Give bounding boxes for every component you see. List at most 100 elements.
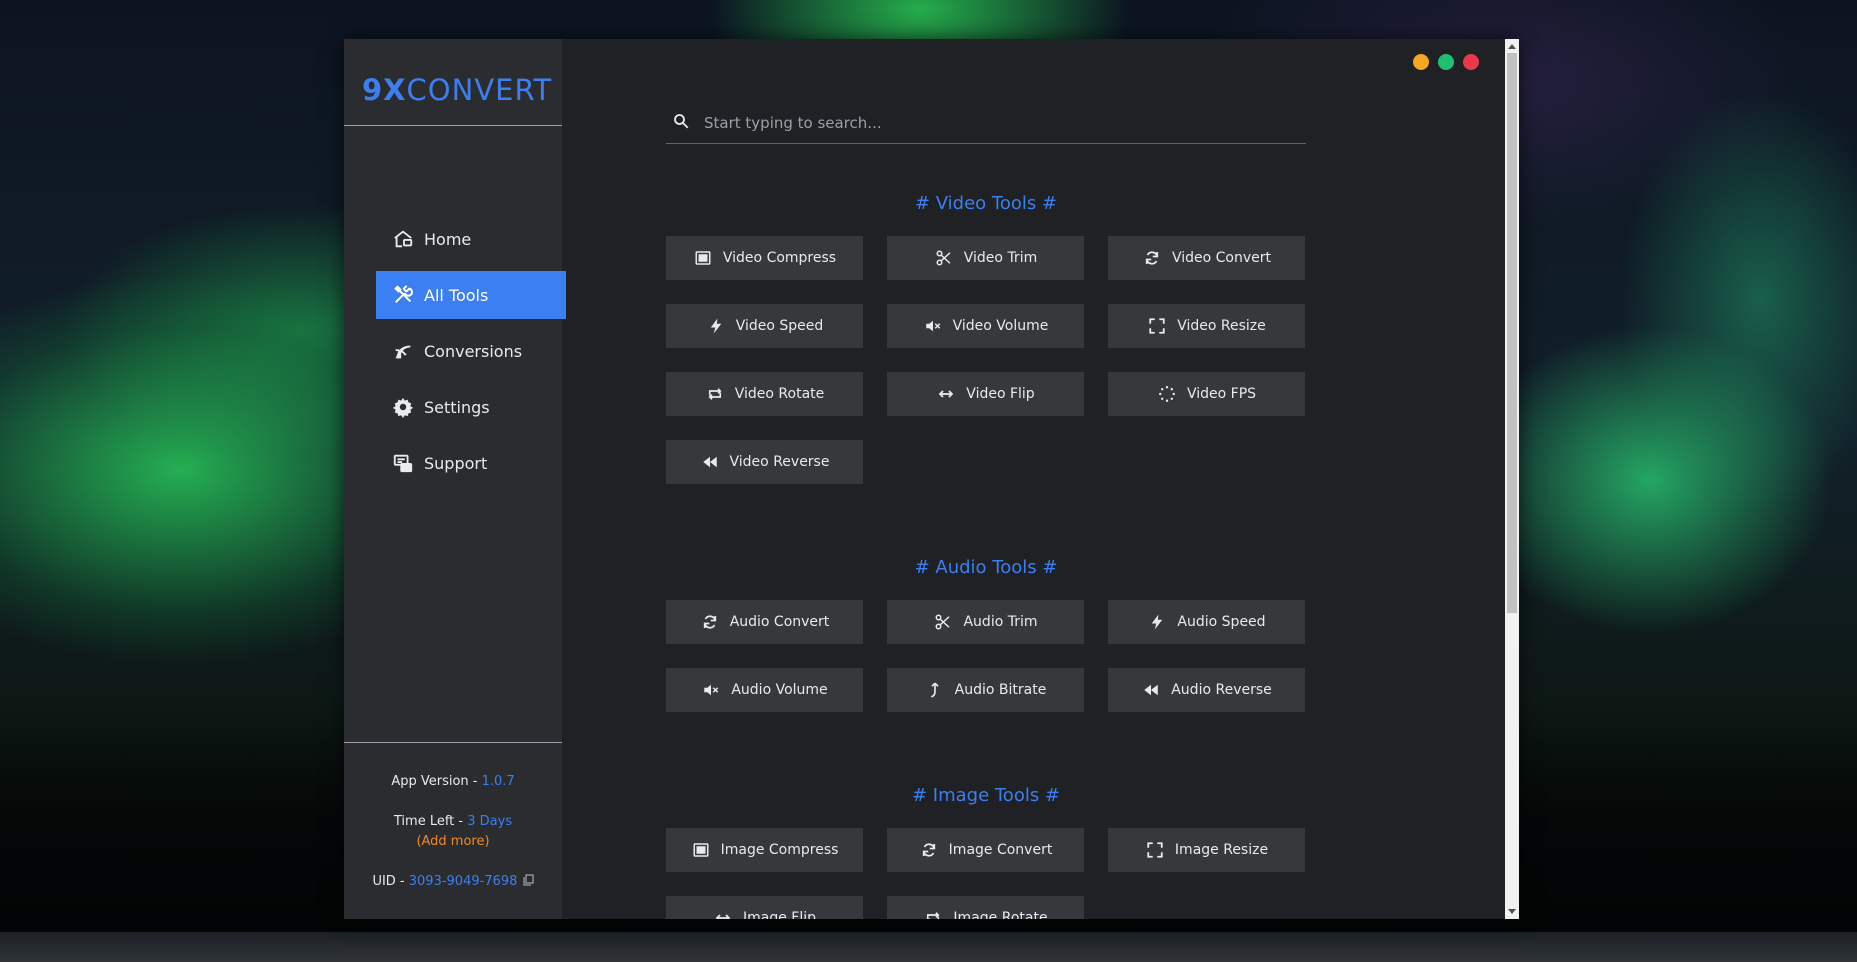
- home-icon: [392, 228, 414, 250]
- tool-label: Video Compress: [722, 250, 837, 266]
- tool-label: Video Resize: [1177, 318, 1266, 334]
- add-more-link[interactable]: (Add more): [416, 834, 489, 849]
- search-icon: [666, 112, 702, 134]
- close-button[interactable]: [1463, 54, 1479, 70]
- video-flip-button[interactable]: Video Flip: [887, 372, 1084, 416]
- brand-logo[interactable]: 9XCONVERT: [362, 73, 552, 107]
- tool-label: Audio Volume: [731, 682, 828, 698]
- sidebar-item-settings[interactable]: Settings: [376, 383, 566, 431]
- rotate-icon: [923, 908, 943, 919]
- tool-label: Image Rotate: [953, 910, 1048, 919]
- tool-label: Audio Speed: [1177, 614, 1266, 630]
- tool-label: Video Trim: [963, 250, 1038, 266]
- video-fps-button[interactable]: Video FPS: [1108, 372, 1305, 416]
- video-trim-button[interactable]: Video Trim: [887, 236, 1084, 280]
- video-speed-button[interactable]: Video Speed: [666, 304, 863, 348]
- refresh-icon: [919, 840, 939, 860]
- scroll-thumb[interactable]: [1507, 53, 1517, 613]
- sidebar-item-support[interactable]: Support: [376, 439, 566, 487]
- scroll-up-arrow[interactable]: [1508, 44, 1516, 49]
- time-left-value: 3 Days: [467, 814, 513, 829]
- scroll-down-arrow[interactable]: [1508, 909, 1516, 914]
- sidebar-item-label: All Tools: [424, 285, 489, 305]
- image-convert-button[interactable]: Image Convert: [887, 828, 1084, 872]
- video-compress-button[interactable]: Video Compress: [666, 236, 863, 280]
- sidebar-item-label: Support: [424, 453, 488, 473]
- logo-divider: [344, 125, 562, 126]
- window-controls: [1413, 54, 1479, 70]
- tool-label: Video Speed: [735, 318, 824, 334]
- sidebar-item-label: Conversions: [424, 341, 523, 361]
- audio-speed-button[interactable]: Audio Speed: [1108, 600, 1305, 644]
- video-rotate-button[interactable]: Video Rotate: [666, 372, 863, 416]
- app-window: 9XCONVERT Home All Tools Conversions Set…: [344, 39, 1519, 919]
- scrollbar[interactable]: [1505, 39, 1519, 919]
- sidebar-item-all-tools[interactable]: All Tools: [376, 271, 566, 319]
- image-flip-button[interactable]: Image Flip: [666, 896, 863, 919]
- tool-label: Video Flip: [966, 386, 1035, 402]
- flip-icon: [936, 384, 956, 404]
- audio-bitrate-button[interactable]: Audio Bitrate: [887, 668, 1084, 712]
- section-title-video: # Video Tools #: [914, 193, 1058, 214]
- image-rotate-button[interactable]: Image Rotate: [887, 896, 1084, 919]
- resize-icon: [1147, 316, 1167, 336]
- support-icon: [392, 452, 414, 474]
- bolt-icon: [1147, 612, 1167, 632]
- video-convert-button[interactable]: Video Convert: [1108, 236, 1305, 280]
- compress-icon: [693, 248, 713, 268]
- tools-icon: [392, 284, 414, 306]
- section-title-image: # Image Tools #: [911, 785, 1061, 806]
- rotate-icon: [705, 384, 725, 404]
- resize-icon: [1145, 840, 1165, 860]
- audio-tools-grid: Audio Convert Audio Trim Audio Speed Audio …: [666, 600, 1306, 712]
- tool-label: Video Reverse: [729, 454, 830, 470]
- video-volume-button[interactable]: Video Volume: [887, 304, 1084, 348]
- video-tools-grid: Video Compress Video Trim Video Convert Vid…: [666, 236, 1306, 484]
- mute-icon: [701, 680, 721, 700]
- search-bar: [666, 102, 1306, 144]
- mute-icon: [923, 316, 943, 336]
- app-version-row: App Version - 1.0.7: [344, 772, 562, 792]
- time-left-label: Time Left -: [393, 814, 468, 829]
- gear-icon: [392, 396, 414, 418]
- audio-volume-button[interactable]: Audio Volume: [666, 668, 863, 712]
- tool-label: Video Volume: [952, 318, 1049, 334]
- app-version-value: 1.0.7: [481, 774, 515, 789]
- logo-rest: CONVERT: [406, 73, 553, 107]
- video-reverse-button[interactable]: Video Reverse: [666, 440, 863, 484]
- uid-row: UID - 3093-9049-7698: [344, 872, 562, 892]
- tool-label: Image Convert: [948, 842, 1053, 858]
- sidebar-item-label: Home: [424, 229, 472, 249]
- sidebar-item-home[interactable]: Home: [376, 215, 566, 263]
- sidebar: 9XCONVERT Home All Tools Conversions Set…: [344, 39, 566, 919]
- tool-label: Audio Trim: [963, 614, 1038, 630]
- maximize-button[interactable]: [1438, 54, 1454, 70]
- conversions-icon: [392, 340, 414, 362]
- audio-trim-button[interactable]: Audio Trim: [887, 600, 1084, 644]
- tool-label: Image Flip: [742, 910, 816, 919]
- background-ground: [0, 932, 1857, 962]
- uid-value: 3093-9049-7698: [408, 874, 518, 889]
- image-tools-grid: Image Compress Image Convert Image Resize I…: [666, 828, 1306, 919]
- time-left-row: Time Left - 3 Days (Add more): [344, 812, 562, 852]
- refresh-icon: [700, 612, 720, 632]
- minimize-button[interactable]: [1413, 54, 1429, 70]
- copy-icon[interactable]: [522, 873, 534, 886]
- scissors-icon: [933, 612, 953, 632]
- tool-label: Video Rotate: [734, 386, 825, 402]
- tool-label: Image Resize: [1174, 842, 1269, 858]
- audio-reverse-button[interactable]: Audio Reverse: [1108, 668, 1305, 712]
- sidebar-nav: Home All Tools Conversions Settings Supp…: [376, 215, 566, 495]
- logo-nine: 9X: [362, 73, 407, 107]
- flip-icon: [713, 908, 733, 919]
- video-resize-button[interactable]: Video Resize: [1108, 304, 1305, 348]
- image-compress-button[interactable]: Image Compress: [666, 828, 863, 872]
- image-resize-button[interactable]: Image Resize: [1108, 828, 1305, 872]
- scissors-icon: [934, 248, 954, 268]
- audio-convert-button[interactable]: Audio Convert: [666, 600, 863, 644]
- search-input[interactable]: [702, 112, 1266, 133]
- sidebar-item-conversions[interactable]: Conversions: [376, 327, 566, 375]
- app-info: App Version - 1.0.7 Time Left - 3 Days (…: [344, 772, 562, 912]
- tool-label: Audio Convert: [729, 614, 830, 630]
- section-title-audio: # Audio Tools #: [914, 557, 1058, 578]
